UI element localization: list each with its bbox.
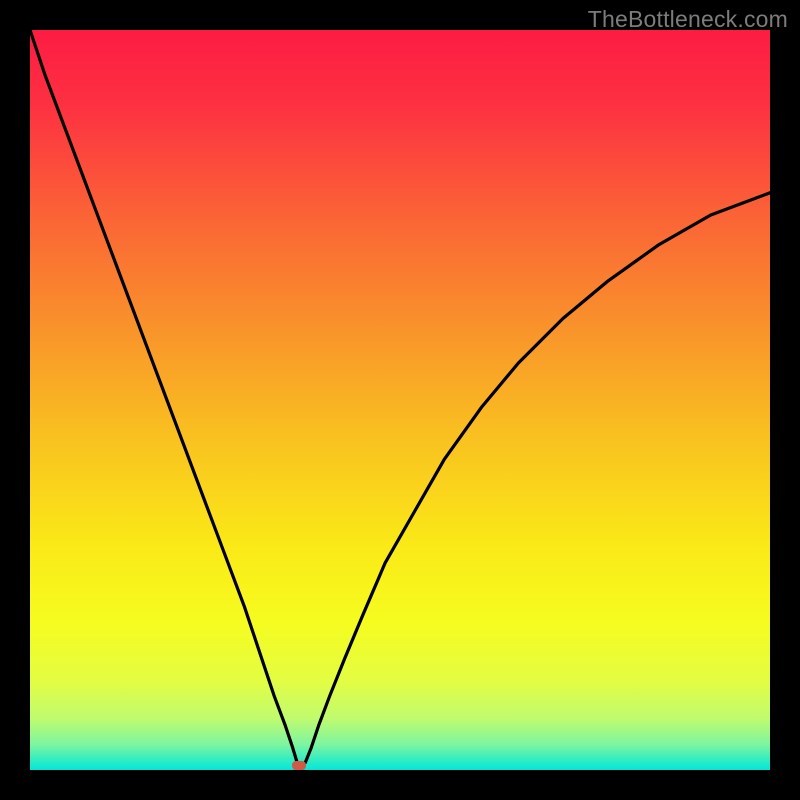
bottleneck-curve <box>30 30 770 770</box>
watermark: TheBottleneck.com <box>588 6 788 33</box>
chart-frame: TheBottleneck.com <box>0 0 800 800</box>
plot-area <box>30 30 770 770</box>
optimal-marker <box>292 761 306 770</box>
